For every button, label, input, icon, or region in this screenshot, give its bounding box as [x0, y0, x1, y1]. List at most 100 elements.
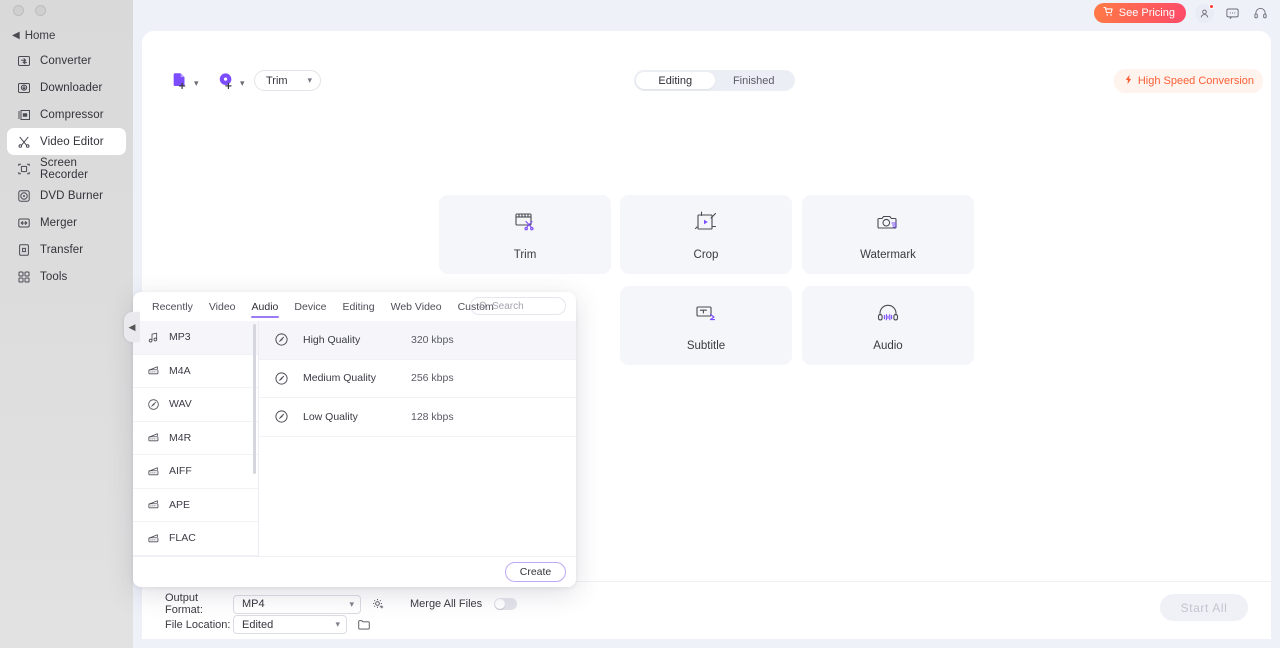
cart-icon [1103, 6, 1114, 20]
tile-label: Trim [513, 249, 537, 261]
window-minimize-button[interactable] [35, 5, 46, 16]
sidebar-item-dvd-burner[interactable]: DVD Burner [7, 182, 126, 209]
quality-item-low[interactable]: Low Quality 128 kbps [259, 398, 576, 437]
modal-tab-label: Web Video [390, 300, 442, 313]
tab-editing[interactable]: Editing [636, 72, 715, 89]
support-icon[interactable] [1251, 4, 1270, 23]
sidebar-item-tools[interactable]: Tools [7, 263, 126, 290]
tile-trim[interactable]: Trim [439, 195, 611, 274]
sidebar-item-merger[interactable]: Merger [7, 209, 126, 236]
format-picker-modal: Recently Video Audio Device Editing Web … [133, 292, 576, 587]
sidebar-item-screen-recorder[interactable]: Screen Recorder [7, 155, 126, 182]
chevron-down-icon[interactable]: ▾ [194, 78, 199, 89]
subtitle-icon [692, 299, 720, 327]
sidebar-item-converter[interactable]: Converter [7, 47, 126, 74]
format-item-m4a[interactable]: M4A [133, 355, 258, 388]
tile-crop[interactable]: Crop [620, 195, 792, 274]
start-all-button[interactable]: Start All [1160, 594, 1248, 621]
sidebar-item-compressor[interactable]: Compressor [7, 101, 126, 128]
chevron-down-icon[interactable]: ▾ [240, 78, 245, 89]
tab-editing-label: Editing [658, 74, 693, 87]
gear-settings-icon[interactable] [371, 597, 385, 611]
format-item-wav[interactable]: WAV [133, 388, 258, 422]
format-item-aiff[interactable]: AIFF [133, 455, 258, 489]
quality-item-high[interactable]: High Quality 320 kbps [259, 321, 576, 360]
create-button[interactable]: Create [505, 562, 566, 582]
crop-icon [692, 208, 720, 236]
format-list-scrollbar[interactable] [253, 324, 256, 474]
output-format-value: MP4 [242, 598, 265, 610]
file-location-label: File Location: [165, 618, 231, 631]
sidebar-item-video-editor[interactable]: Video Editor [7, 128, 126, 155]
account-icon[interactable] [1195, 3, 1214, 23]
sidebar-nav: Converter Downloader Compressor Video Ed… [0, 47, 133, 290]
high-speed-conversion-button[interactable]: High Speed Conversion [1113, 69, 1263, 93]
format-item-m4r[interactable]: M4R [133, 422, 258, 455]
tile-audio[interactable]: Audio [802, 286, 974, 365]
sidebar-item-transfer[interactable]: Transfer [7, 236, 126, 263]
chevron-down-icon: ▾ [307, 75, 312, 85]
format-list[interactable]: MP3 M4A WAV M4R AIFF APE FLAC [133, 321, 259, 556]
modal-tab-label: Video [208, 300, 236, 313]
format-item-mp3[interactable]: MP3 [133, 321, 258, 355]
tile-subtitle[interactable]: Subtitle [620, 286, 792, 365]
file-location-select[interactable]: Edited ▾ [233, 615, 347, 634]
mode-select[interactable]: Trim ▾ [254, 70, 321, 91]
format-search-placeholder: Search [492, 300, 524, 312]
aiff-icon [147, 465, 160, 478]
quality-bitrate: 320 kbps [411, 333, 454, 346]
tile-label: Watermark [860, 249, 916, 261]
dvd-burner-icon [17, 189, 31, 203]
wav-icon [147, 398, 160, 411]
modal-tab-device[interactable]: Device [286, 292, 334, 321]
high-speed-conversion-label: High Speed Conversion [1137, 75, 1254, 87]
modal-tab-audio[interactable]: Audio [244, 292, 287, 321]
modal-tab-recently[interactable]: Recently [144, 292, 201, 321]
feedback-icon[interactable] [1223, 4, 1242, 23]
window-close-button[interactable] [13, 5, 24, 16]
chevron-down-icon: ▾ [335, 619, 340, 629]
gauge-icon [274, 371, 289, 386]
format-label: APE [169, 498, 191, 511]
editor-toolbar: ▾ ▾ Trim ▾ Editing Finished High Speed C… [142, 62, 1271, 99]
screen-recorder-icon [17, 162, 31, 176]
quality-item-medium[interactable]: Medium Quality 256 kbps [259, 360, 576, 398]
format-item-ape[interactable]: APE [133, 489, 258, 522]
sidebar-item-label: DVD Burner [40, 189, 103, 202]
bottom-bar: Output Format: MP4 ▾ Merge All Files Fil… [142, 581, 1271, 639]
format-label: M4R [169, 431, 192, 444]
window-controls[interactable] [13, 5, 46, 16]
modal-tab-label: Recently [152, 300, 193, 313]
output-format-select[interactable]: MP4 ▾ [233, 594, 361, 614]
modal-tab-editing[interactable]: Editing [335, 292, 383, 321]
folder-icon[interactable] [357, 618, 371, 632]
tab-finished-label: Finished [732, 74, 775, 87]
mode-select-value: Trim [266, 74, 288, 87]
modal-tab-video[interactable]: Video [201, 292, 244, 321]
add-disc-button[interactable]: ▾ [217, 71, 245, 95]
format-item-flac[interactable]: FLAC [133, 522, 258, 556]
sidebar-collapse-handle[interactable]: ◀ [124, 312, 140, 342]
quality-label: Low Quality [303, 410, 358, 423]
format-search-box[interactable]: Search [470, 297, 566, 315]
tab-finished[interactable]: Finished [715, 72, 794, 89]
tile-watermark[interactable]: Watermark [802, 195, 974, 274]
sidebar: ◀ Home Converter Downloader Compressor V… [0, 0, 133, 648]
add-file-button[interactable]: ▾ [171, 71, 199, 95]
modal-tab-web-video[interactable]: Web Video [383, 292, 450, 321]
format-label: M4A [169, 364, 191, 377]
downloader-icon [17, 81, 31, 95]
mp3-icon [147, 331, 160, 344]
merge-all-files-label: Merge All Files [410, 598, 483, 610]
see-pricing-button[interactable]: See Pricing [1093, 3, 1186, 23]
modal-tab-label: Device [294, 300, 327, 313]
quality-label: High Quality [303, 333, 361, 346]
home-back-link[interactable]: ◀ Home [0, 25, 133, 47]
sidebar-item-downloader[interactable]: Downloader [7, 74, 126, 101]
tile-label: Audio [873, 340, 903, 352]
app-window: ◀ Home Converter Downloader Compressor V… [0, 0, 1280, 648]
chevron-left-icon: ◀ [128, 321, 136, 332]
merge-all-files-toggle[interactable] [494, 598, 518, 610]
create-button-label: Create [519, 566, 552, 578]
tools-icon [17, 270, 31, 284]
